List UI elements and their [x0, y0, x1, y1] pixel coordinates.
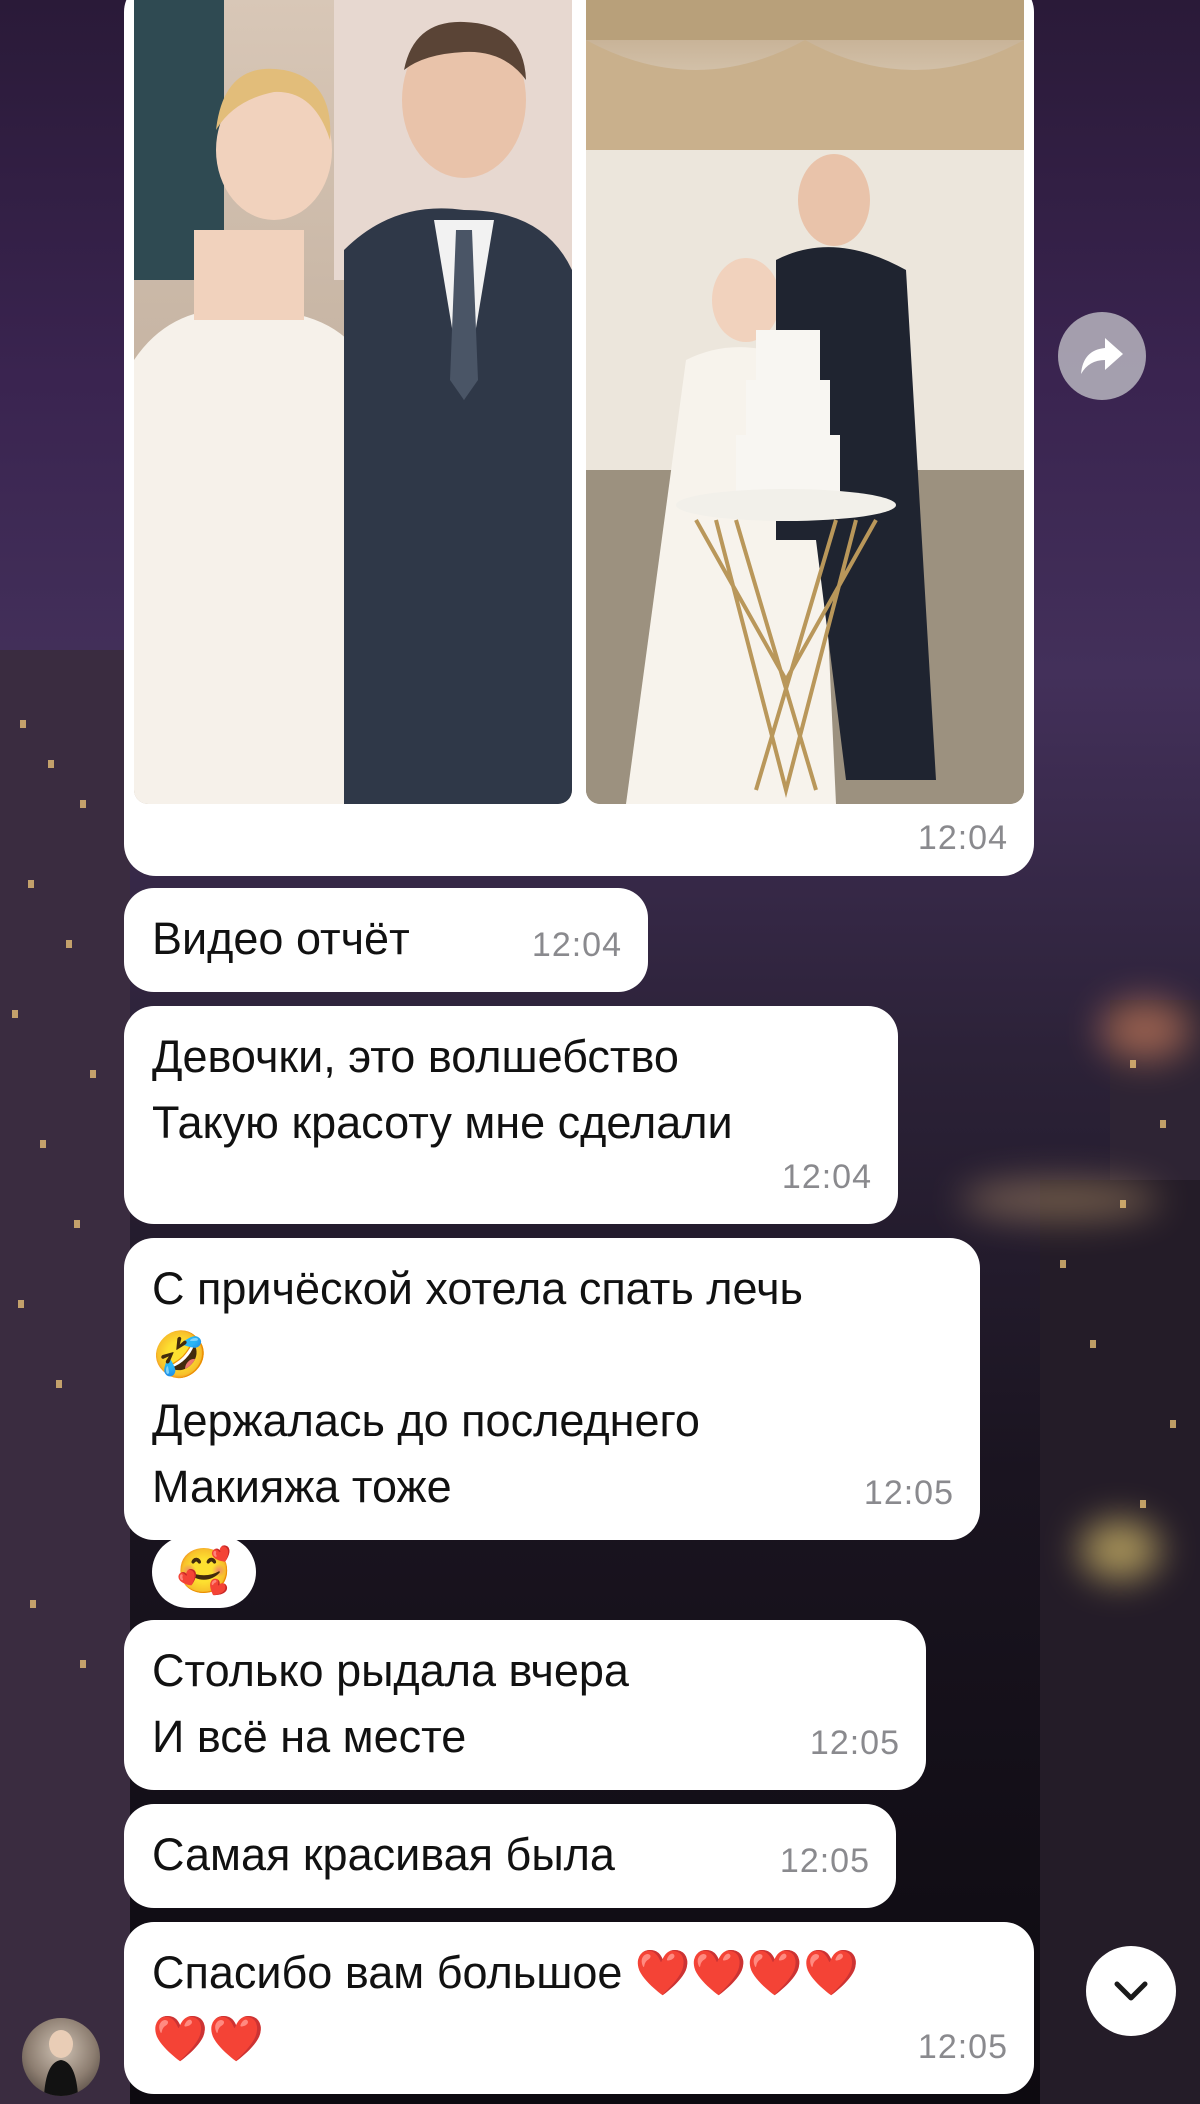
wedding-photo[interactable]	[586, 0, 1024, 804]
photo-album-message[interactable]: 12:04	[124, 0, 1034, 876]
message-text: Столько рыдала вчера	[152, 1645, 629, 1696]
background-light	[1100, 1000, 1190, 1060]
message-text: С причёской хотела спать лечь	[152, 1263, 803, 1314]
message-bubble[interactable]: Столько рыдала вчера И всё на месте 12:0…	[124, 1620, 926, 1790]
avatar-image	[44, 2030, 78, 2096]
reaction-badge[interactable]: 🥰	[152, 1536, 256, 1608]
scroll-to-bottom-button[interactable]	[1086, 1946, 1176, 2036]
message-time: 12:05	[917, 2028, 1008, 2066]
smiling-face-with-hearts-icon: 🥰	[176, 1547, 232, 1596]
message-text: Такую красоту мне сделали	[152, 1097, 733, 1148]
message-emoji: 🤣	[152, 1329, 209, 1380]
message-time: 12:05	[779, 1842, 870, 1880]
message-hearts: ❤️❤️	[152, 2013, 265, 2064]
message-bubble[interactable]: Видео отчёт 12:04	[124, 888, 648, 992]
message-text: Девочки, это волшебство	[152, 1031, 679, 1082]
message-bubble[interactable]: С причёской хотела спать лечь 🤣 Держалас…	[124, 1238, 980, 1540]
message-time: 12:04	[531, 926, 622, 964]
wedding-photo-illustration	[586, 0, 1024, 804]
message-text: Спасибо вам большое ❤️❤️❤️❤️	[152, 1947, 859, 1998]
message-text: Держалась до последнего	[152, 1395, 700, 1446]
message-time: 12:04	[781, 1158, 872, 1196]
message-text: Макияжа тоже	[152, 1461, 452, 1512]
forward-button[interactable]	[1058, 312, 1146, 400]
forward-arrow-icon	[1081, 338, 1123, 374]
message-bubble[interactable]: Спасибо вам большое ❤️❤️❤️❤️ ❤️❤️ 12:05	[124, 1922, 1034, 2094]
wedding-photo[interactable]	[134, 0, 572, 804]
background-building	[0, 650, 130, 2104]
wedding-photo-illustration	[134, 0, 572, 804]
message-text: И всё на месте	[152, 1711, 467, 1762]
sender-avatar[interactable]	[22, 2018, 100, 2096]
message-time: 12:05	[863, 1474, 954, 1512]
message-text: Самая красивая была	[152, 1829, 615, 1880]
message-bubble[interactable]: Самая красивая была 12:05	[124, 1804, 896, 1908]
background-light	[960, 1180, 1160, 1220]
background-light	[1080, 1520, 1160, 1580]
message-bubble[interactable]: Девочки, это волшебство Такую красоту мн…	[124, 1006, 898, 1224]
message-time: 12:05	[809, 1724, 900, 1762]
message-time: 12:04	[917, 819, 1008, 857]
chevron-down-icon	[1114, 1981, 1148, 2001]
